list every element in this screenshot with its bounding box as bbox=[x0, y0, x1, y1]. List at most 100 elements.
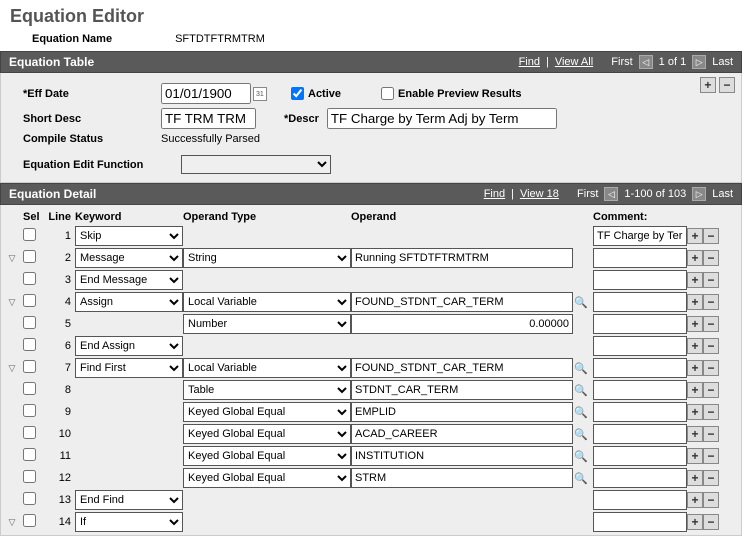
expand-toggle-icon[interactable]: ▽ bbox=[7, 298, 17, 308]
row-add-button[interactable]: + bbox=[687, 250, 703, 266]
preview-checkbox[interactable] bbox=[381, 87, 394, 100]
prev-icon[interactable]: ◁ bbox=[639, 55, 653, 69]
keyword-select[interactable]: Find First bbox=[75, 358, 183, 378]
eff-date-input[interactable] bbox=[161, 83, 251, 104]
calendar-icon[interactable] bbox=[253, 87, 267, 101]
expand-toggle-icon[interactable]: ▽ bbox=[7, 254, 17, 264]
comment-input[interactable] bbox=[593, 468, 687, 488]
operand-type-select[interactable]: Keyed Global Equal bbox=[183, 468, 351, 488]
detail-prev-icon[interactable]: ◁ bbox=[604, 187, 618, 201]
comment-input[interactable] bbox=[593, 490, 687, 510]
operand-type-select[interactable]: Keyed Global Equal bbox=[183, 424, 351, 444]
operand-input[interactable] bbox=[351, 402, 573, 422]
row-delete-button[interactable]: − bbox=[703, 514, 719, 530]
row-delete-button[interactable]: − bbox=[703, 228, 719, 244]
detail-first-label[interactable]: First bbox=[577, 188, 598, 200]
delete-row-button[interactable]: − bbox=[719, 77, 735, 93]
row-add-button[interactable]: + bbox=[687, 514, 703, 530]
row-add-button[interactable]: + bbox=[687, 316, 703, 332]
comment-input[interactable] bbox=[593, 270, 687, 290]
row-delete-button[interactable]: − bbox=[703, 316, 719, 332]
next-icon[interactable]: ▷ bbox=[692, 55, 706, 69]
row-select-checkbox[interactable] bbox=[23, 338, 36, 351]
operand-type-select[interactable]: Keyed Global Equal bbox=[183, 446, 351, 466]
row-add-button[interactable]: + bbox=[687, 294, 703, 310]
comment-input[interactable] bbox=[593, 336, 687, 356]
first-label[interactable]: First bbox=[611, 56, 632, 68]
row-delete-button[interactable]: − bbox=[703, 294, 719, 310]
operand-type-select[interactable]: Table bbox=[183, 380, 351, 400]
detail-view-link[interactable]: View 18 bbox=[520, 188, 559, 200]
operand-type-select[interactable]: Number bbox=[183, 314, 351, 334]
row-add-button[interactable]: + bbox=[687, 492, 703, 508]
operand-input[interactable] bbox=[351, 292, 573, 312]
row-select-checkbox[interactable] bbox=[23, 228, 36, 241]
row-delete-button[interactable]: − bbox=[703, 426, 719, 442]
lookup-icon[interactable]: 🔍 bbox=[573, 382, 589, 398]
comment-input[interactable] bbox=[593, 446, 687, 466]
detail-last-label[interactable]: Last bbox=[712, 188, 733, 200]
row-select-checkbox[interactable] bbox=[23, 514, 36, 527]
comment-input[interactable] bbox=[593, 226, 687, 246]
row-select-checkbox[interactable] bbox=[23, 470, 36, 483]
keyword-select[interactable]: Message bbox=[75, 248, 183, 268]
keyword-select[interactable]: If bbox=[75, 512, 183, 532]
row-delete-button[interactable]: − bbox=[703, 360, 719, 376]
expand-toggle-icon[interactable]: ▽ bbox=[7, 364, 17, 374]
comment-input[interactable] bbox=[593, 380, 687, 400]
comment-input[interactable] bbox=[593, 512, 687, 532]
comment-input[interactable] bbox=[593, 292, 687, 312]
row-delete-button[interactable]: − bbox=[703, 382, 719, 398]
lookup-icon[interactable]: 🔍 bbox=[573, 360, 589, 376]
row-add-button[interactable]: + bbox=[687, 382, 703, 398]
lookup-icon[interactable]: 🔍 bbox=[573, 426, 589, 442]
row-add-button[interactable]: + bbox=[687, 426, 703, 442]
detail-find-link[interactable]: Find bbox=[484, 188, 505, 200]
keyword-select[interactable]: End Message bbox=[75, 270, 183, 290]
short-desc-input[interactable] bbox=[161, 108, 256, 129]
row-add-button[interactable]: + bbox=[687, 272, 703, 288]
comment-input[interactable] bbox=[593, 358, 687, 378]
row-select-checkbox[interactable] bbox=[23, 382, 36, 395]
row-add-button[interactable]: + bbox=[687, 470, 703, 486]
row-select-checkbox[interactable] bbox=[23, 492, 36, 505]
operand-input[interactable] bbox=[351, 468, 573, 488]
row-select-checkbox[interactable] bbox=[23, 272, 36, 285]
row-delete-button[interactable]: − bbox=[703, 492, 719, 508]
row-add-button[interactable]: + bbox=[687, 360, 703, 376]
keyword-select[interactable]: Skip bbox=[75, 226, 183, 246]
row-delete-button[interactable]: − bbox=[703, 448, 719, 464]
keyword-select[interactable]: Assign bbox=[75, 292, 183, 312]
row-delete-button[interactable]: − bbox=[703, 272, 719, 288]
row-select-checkbox[interactable] bbox=[23, 294, 36, 307]
operand-type-select[interactable]: Local Variable bbox=[183, 358, 351, 378]
lookup-icon[interactable]: 🔍 bbox=[573, 470, 589, 486]
operand-input[interactable] bbox=[351, 424, 573, 444]
row-select-checkbox[interactable] bbox=[23, 250, 36, 263]
row-add-button[interactable]: + bbox=[687, 404, 703, 420]
operand-input[interactable] bbox=[351, 248, 573, 268]
comment-input[interactable] bbox=[593, 424, 687, 444]
comment-input[interactable] bbox=[593, 314, 687, 334]
row-delete-button[interactable]: − bbox=[703, 470, 719, 486]
last-label[interactable]: Last bbox=[712, 56, 733, 68]
lookup-icon[interactable]: 🔍 bbox=[573, 448, 589, 464]
comment-input[interactable] bbox=[593, 402, 687, 422]
keyword-select[interactable]: End Find bbox=[75, 490, 183, 510]
detail-next-icon[interactable]: ▷ bbox=[692, 187, 706, 201]
lookup-icon[interactable]: 🔍 bbox=[573, 294, 589, 310]
keyword-select[interactable]: End Assign bbox=[75, 336, 183, 356]
operand-input[interactable] bbox=[351, 358, 573, 378]
row-add-button[interactable]: + bbox=[687, 448, 703, 464]
row-select-checkbox[interactable] bbox=[23, 360, 36, 373]
row-delete-button[interactable]: − bbox=[703, 338, 719, 354]
row-select-checkbox[interactable] bbox=[23, 448, 36, 461]
operand-type-select[interactable]: Keyed Global Equal bbox=[183, 402, 351, 422]
descr-input[interactable] bbox=[327, 108, 557, 129]
add-row-button[interactable]: + bbox=[700, 77, 716, 93]
expand-toggle-icon[interactable]: ▽ bbox=[7, 518, 17, 528]
edit-function-select[interactable] bbox=[181, 155, 331, 174]
row-add-button[interactable]: + bbox=[687, 228, 703, 244]
operand-input[interactable] bbox=[351, 380, 573, 400]
find-link[interactable]: Find bbox=[519, 56, 540, 68]
